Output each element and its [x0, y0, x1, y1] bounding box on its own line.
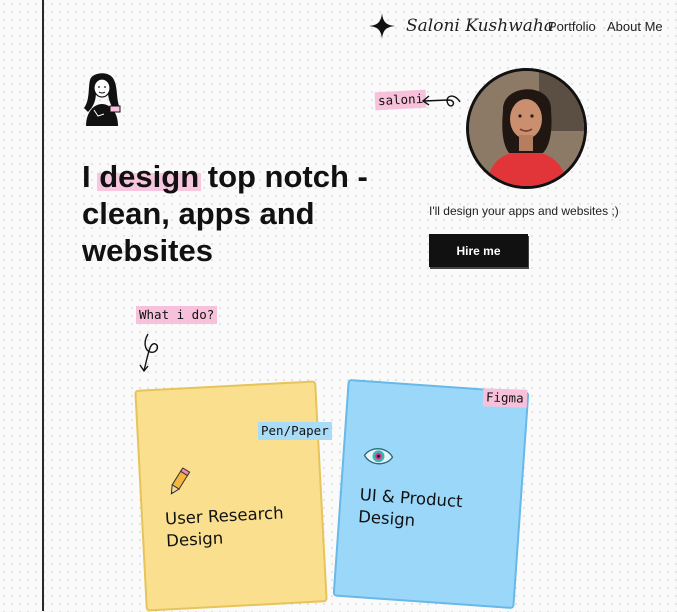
brand[interactable]: Saloni Kushwaha	[368, 12, 554, 40]
hire-me-button[interactable]: Hire me	[429, 234, 528, 267]
service-title: User Research Design	[164, 503, 284, 551]
eye-icon	[363, 448, 394, 465]
service-title: UI & Product Design	[357, 485, 464, 530]
pencil-icon	[170, 467, 191, 495]
service-card-user-research[interactable]: User Research Design	[134, 380, 328, 612]
left-border-line	[42, 0, 44, 611]
intro-text: I'll design your apps and websites ;)	[429, 204, 619, 218]
profile-photo-art	[469, 71, 584, 186]
service-card-ui-product[interactable]: UI & Product Design	[332, 378, 530, 610]
figma-tag: Figma	[482, 388, 527, 408]
nav-about-me[interactable]: About Me	[607, 19, 663, 34]
pen-paper-tag: Pen/Paper	[258, 422, 332, 440]
curly-arrow-icon	[421, 95, 461, 107]
girl-doodle-icon	[84, 73, 121, 126]
hero-title: I design top notch - clean, apps and web…	[82, 159, 368, 268]
hero-title-highlight: design	[99, 159, 200, 194]
name-tag: saloni	[374, 89, 427, 111]
what-i-do-tag: What i do?	[136, 306, 218, 324]
sparkle-star-icon	[369, 13, 395, 39]
nav-portfolio[interactable]: Portfolio	[548, 19, 596, 34]
brand-name: Saloni Kushwaha	[406, 16, 554, 36]
loop-arrow-icon	[139, 333, 159, 373]
profile-photo	[466, 68, 587, 189]
